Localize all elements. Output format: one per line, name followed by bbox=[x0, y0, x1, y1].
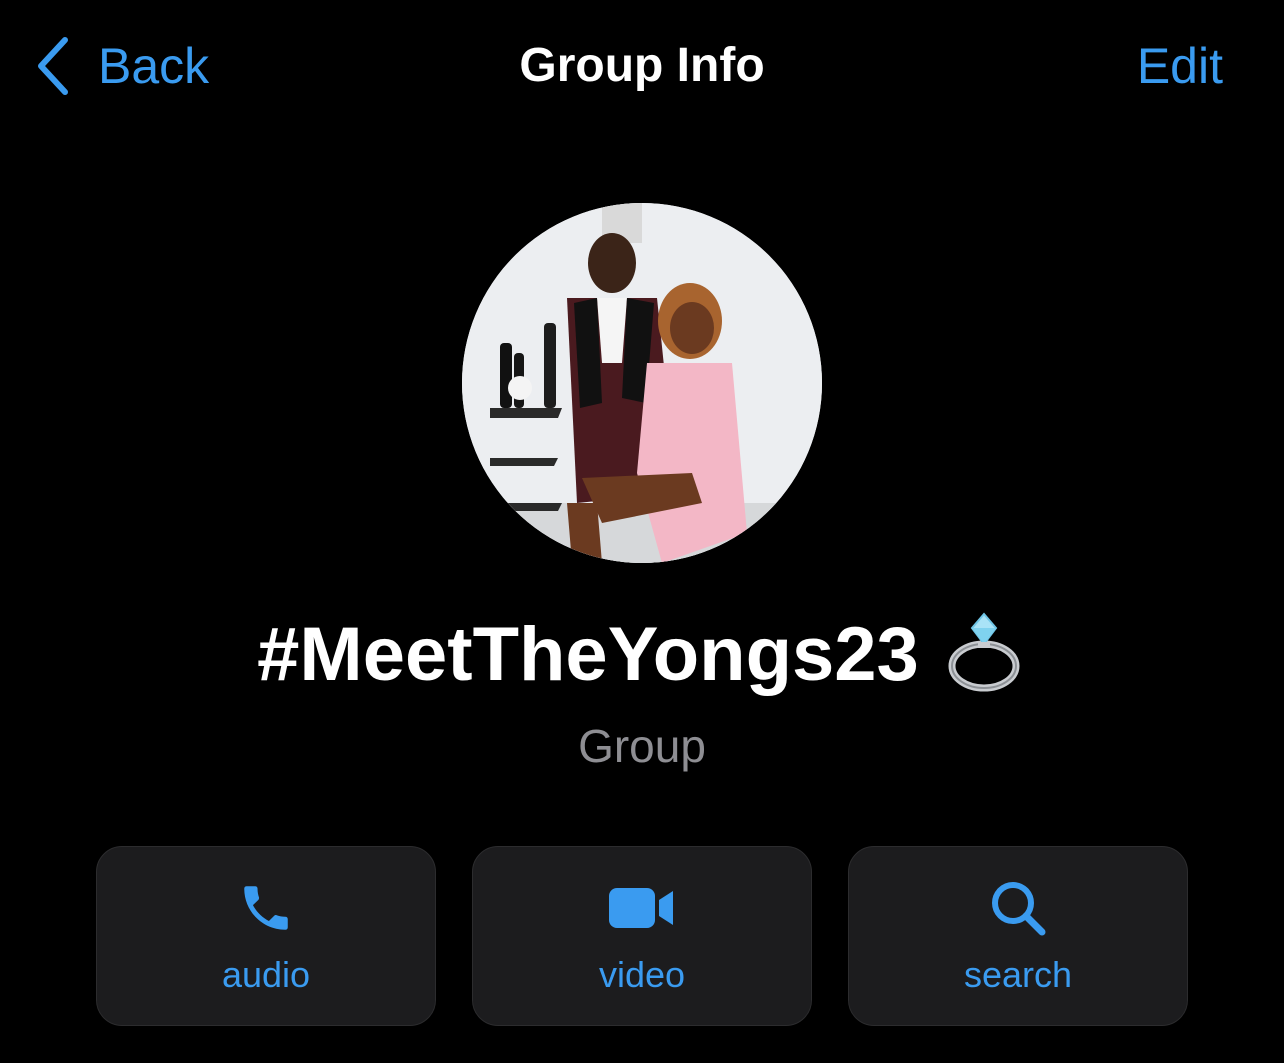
navigation-bar: Back Group Info Edit bbox=[0, 0, 1284, 132]
video-label: video bbox=[598, 954, 686, 995]
group-name: #MeetTheYongs23 bbox=[0, 608, 1284, 701]
page-title: Group Info bbox=[519, 39, 765, 92]
audio-label: audio bbox=[221, 954, 311, 995]
search-icon bbox=[849, 877, 1187, 939]
search-button[interactable]: search bbox=[848, 846, 1188, 1026]
group-name-text: #MeetTheYongs23 bbox=[257, 612, 919, 697]
action-buttons: audio video search bbox=[96, 846, 1188, 1026]
ring-icon bbox=[941, 608, 1027, 694]
group-avatar[interactable] bbox=[462, 203, 822, 563]
phone-icon bbox=[97, 877, 435, 939]
search-label: search bbox=[963, 954, 1073, 995]
edit-button[interactable]: Edit bbox=[1137, 34, 1223, 98]
video-camera-icon bbox=[473, 877, 811, 939]
audio-call-button[interactable]: audio bbox=[96, 846, 436, 1026]
video-call-button[interactable]: video bbox=[472, 846, 812, 1026]
group-subtitle: Group bbox=[578, 720, 706, 772]
